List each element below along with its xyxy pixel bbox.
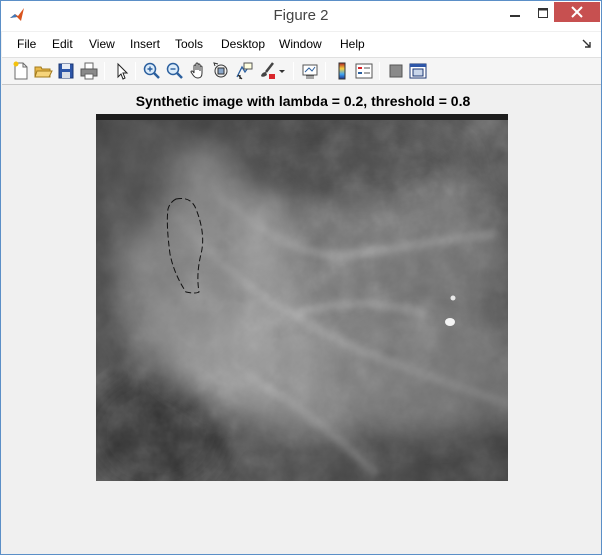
figure-canvas: Synthetic image with lambda = 0.2, thres… (2, 86, 601, 554)
menu-insert[interactable]: Insert (130, 32, 160, 57)
bright-spot (445, 318, 455, 326)
show-plot-tools-icon[interactable] (408, 61, 428, 81)
toolbar-separator (135, 62, 136, 80)
toolbar-separator (379, 62, 380, 80)
pan-icon[interactable] (188, 61, 208, 81)
insert-colorbar-icon[interactable] (332, 61, 352, 81)
close-icon (571, 6, 583, 18)
print-figure-icon[interactable] (79, 61, 99, 81)
hide-plot-tools-icon[interactable] (386, 61, 406, 81)
maximize-icon (537, 8, 548, 18)
toolbar-separator (293, 62, 294, 80)
insert-legend-icon[interactable] (354, 61, 374, 81)
brush-dropdown-icon[interactable] (277, 61, 287, 81)
maximize-button[interactable] (529, 2, 556, 24)
axes-title: Synthetic image with lambda = 0.2, thres… (135, 93, 471, 109)
edit-plot-icon[interactable] (112, 61, 132, 81)
data-cursor-icon[interactable] (234, 61, 254, 81)
mammogram-image[interactable] (96, 114, 508, 481)
minimize-button[interactable] (501, 2, 528, 24)
menu-tools[interactable]: Tools (175, 32, 203, 57)
image-display (96, 114, 508, 481)
minimize-icon (509, 15, 520, 17)
close-button[interactable] (554, 2, 600, 22)
menu-view[interactable]: View (89, 32, 115, 57)
toolbar-separator (325, 62, 326, 80)
menu-window[interactable]: Window (279, 32, 322, 57)
dock-arrow-icon[interactable] (582, 38, 592, 48)
new-figure-icon[interactable] (11, 61, 31, 81)
link-plot-icon[interactable] (300, 61, 320, 81)
menu-file[interactable]: File (17, 32, 36, 57)
save-figure-icon[interactable] (56, 61, 76, 81)
open-file-icon[interactable] (33, 61, 53, 81)
figure-window: Figure 2 File Edit View Insert Tools Des… (0, 0, 602, 555)
bright-spot-small (450, 295, 456, 301)
menu-edit[interactable]: Edit (52, 32, 73, 57)
menu-desktop[interactable]: Desktop (221, 32, 265, 57)
zoom-out-icon[interactable] (165, 61, 185, 81)
toolbar-separator (104, 62, 105, 80)
menu-bar: File Edit View Insert Tools Desktop Wind… (2, 32, 601, 57)
zoom-in-icon[interactable] (142, 61, 162, 81)
brush-icon[interactable] (257, 61, 277, 81)
menu-help[interactable]: Help (340, 32, 365, 57)
rotate-3d-icon[interactable] (211, 61, 231, 81)
title-bar[interactable]: Figure 2 (1, 1, 601, 31)
figure-toolbar (2, 57, 601, 85)
